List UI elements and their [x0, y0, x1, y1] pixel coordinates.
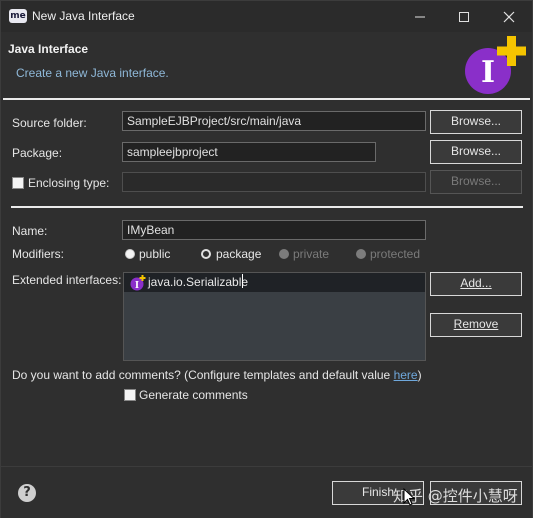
generate-comments-label: Generate comments — [139, 388, 248, 402]
name-label: Name: — [12, 224, 48, 238]
remove-interface-button[interactable]: Remove — [430, 313, 522, 337]
interface-icon: I — [130, 275, 146, 291]
modifier-private-radio — [279, 249, 289, 259]
mouse-pointer-icon — [403, 488, 416, 506]
browse-label: Browse... — [450, 144, 501, 158]
browse-label: Browse... — [450, 174, 501, 188]
section-separator — [11, 206, 523, 208]
modifier-protected-label: protected — [370, 247, 421, 261]
source-folder-input[interactable]: SampleEJBProject/src/main/java — [122, 111, 426, 131]
remove-label: Remove — [453, 317, 499, 331]
new-java-interface-dialog: me New Java Interface Java Interface Cre… — [0, 0, 533, 518]
close-icon — [503, 11, 515, 22]
close-button[interactable] — [487, 1, 531, 32]
modifier-public-radio[interactable] — [125, 249, 135, 259]
package-input[interactable]: sampleejbproject — [122, 142, 376, 162]
source-folder-label: Source folder: — [12, 116, 87, 130]
header-separator — [3, 98, 530, 100]
wizard-description: Create a new Java interface. — [16, 66, 169, 80]
text-caret — [242, 274, 243, 288]
comments-question: Do you want to add comments? (Configure … — [12, 368, 422, 382]
enclosing-type-label: Enclosing type: — [28, 176, 110, 190]
modifier-package-radio[interactable] — [201, 249, 211, 259]
finish-label: Finish — [361, 485, 394, 499]
enclosing-type-input — [122, 172, 426, 192]
wizard-header: Java Interface Create a new Java interfa… — [1, 32, 532, 99]
title-bar: me New Java Interface — [1, 1, 532, 32]
app-logo-icon: me — [9, 9, 27, 23]
wizard-title: Java Interface — [8, 42, 89, 56]
minimize-button[interactable] — [398, 1, 442, 32]
browse-label: Browse... — [450, 114, 501, 128]
new-interface-wizard-icon: I — [465, 36, 526, 94]
source-folder-browse-button[interactable]: Browse... — [430, 110, 522, 134]
help-icon[interactable]: ? — [18, 484, 36, 502]
modifier-protected-radio — [356, 249, 366, 259]
comments-question-suffix: ) — [417, 368, 422, 382]
package-browse-button[interactable]: Browse... — [430, 140, 522, 164]
modifier-private-label: private — [293, 247, 330, 261]
modifiers-label: Modifiers: — [12, 247, 65, 261]
maximize-icon — [459, 11, 469, 22]
window-title: New Java Interface — [32, 9, 135, 23]
list-item[interactable]: I java.io.Serializable — [124, 273, 425, 292]
extended-interfaces-list[interactable]: I java.io.Serializable — [123, 272, 426, 361]
comments-question-text: Do you want to add comments? (Configure … — [12, 368, 394, 382]
configure-templates-link[interactable]: here — [394, 368, 418, 382]
package-label: Package: — [12, 146, 63, 160]
extended-interfaces-label: Extended interfaces: — [12, 273, 122, 287]
enclosing-type-checkbox[interactable] — [12, 177, 24, 189]
generate-comments-checkbox[interactable] — [124, 389, 136, 401]
add-label: Add... — [460, 276, 492, 290]
interface-name: java.io.Serializable — [148, 275, 249, 289]
enclosing-type-browse-button: Browse... — [430, 170, 522, 194]
maximize-button[interactable] — [442, 1, 486, 32]
svg-text:I: I — [135, 281, 139, 291]
modifier-public-label: public — [139, 247, 171, 261]
modifier-package-label: package — [216, 247, 262, 261]
name-input[interactable]: IMyBean — [122, 220, 426, 240]
add-interface-button[interactable]: Add... — [430, 272, 522, 296]
dialog-footer: ? Finish 知乎 @控件小慧呀 — [1, 466, 532, 518]
svg-text:I: I — [481, 55, 495, 90]
minimize-icon — [415, 16, 425, 17]
